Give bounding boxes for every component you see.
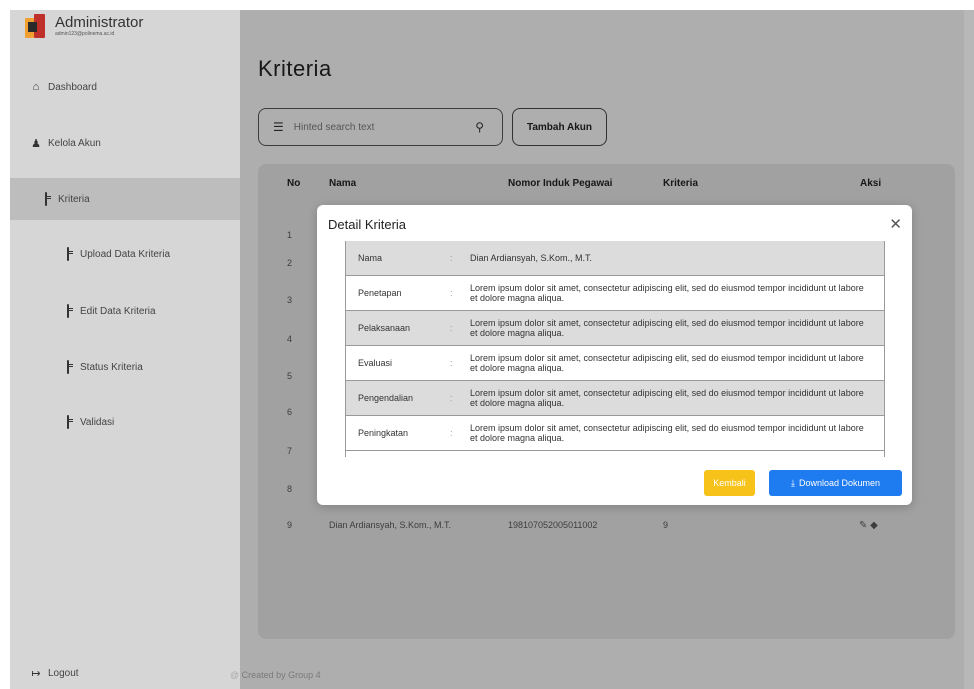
- sidebar-item-label: Status Kriteria: [80, 361, 143, 373]
- home-icon: ⌂: [32, 81, 40, 93]
- detail-label: Peningkatan: [358, 428, 409, 438]
- detail-row-peningkatan: Peningkatan : Lorem ipsum dolor sit amet…: [346, 416, 884, 451]
- detail-value: Lorem ipsum dolor sit amet, consectetur …: [470, 283, 864, 303]
- brand: Administrator admin123@polinema.ac.id: [25, 14, 143, 38]
- sidebar-item-upload-data-kriteria[interactable]: Upload Data Kriteria: [0, 245, 230, 263]
- sidebar-item-edit-data-kriteria[interactable]: Edit Data Kriteria: [0, 302, 230, 320]
- sidebar-item-label: Validasi: [80, 416, 115, 428]
- sidebar-item-label: Kriteria: [58, 193, 90, 205]
- sidebar-item-status-kriteria[interactable]: Status Kriteria: [0, 358, 230, 376]
- detail-row-pelaksanaan: Pelaksanaan : Lorem ipsum dolor sit amet…: [346, 311, 884, 346]
- detail-value: Lorem ipsum dolor sit amet, consectetur …: [470, 318, 864, 338]
- detail-label: Evaluasi: [358, 358, 393, 368]
- modal-title: Detail Kriteria: [328, 217, 407, 232]
- detail-label: Pelaksanaan: [358, 323, 411, 333]
- detail-separator: :: [450, 358, 453, 368]
- logout-button[interactable]: ↦ Logout: [0, 664, 230, 682]
- sidebar-item-kriteria[interactable]: Kriteria: [10, 178, 240, 220]
- detail-kriteria-modal: Detail Kriteria ✕ Nama : Dian Ardiansyah…: [317, 205, 912, 505]
- detail-value: Lorem ipsum dolor sit amet, consectetur …: [470, 353, 864, 373]
- detail-label: Penetapan: [358, 288, 402, 298]
- app-logo: [25, 14, 45, 38]
- sidebar-item-label: Upload Data Kriteria: [80, 248, 171, 260]
- clipboard-icon: [62, 304, 74, 318]
- logout-icon: ↦: [31, 667, 41, 680]
- detail-row-pengendalian: Pengendalian : Lorem ipsum dolor sit ame…: [346, 381, 884, 416]
- logout-label: Logout: [48, 667, 79, 679]
- clipboard-icon: [62, 247, 74, 261]
- detail-row-evaluasi: Evaluasi : Lorem ipsum dolor sit amet, c…: [346, 346, 884, 381]
- download-icon: ⤓: [790, 477, 795, 488]
- detail-value: Lorem ipsum dolor sit amet, consectetur …: [470, 423, 864, 443]
- detail-separator: :: [450, 323, 453, 333]
- detail-value: Lorem ipsum dolor sit amet, consectetur …: [470, 388, 864, 408]
- clipboard-icon: [40, 192, 52, 206]
- detail-separator: :: [450, 253, 453, 263]
- close-icon[interactable]: ✕: [889, 215, 902, 233]
- user-icon: ♟: [31, 137, 41, 150]
- kembali-button[interactable]: Kembali: [704, 470, 755, 496]
- detail-label: Pengendalian: [358, 393, 414, 403]
- sidebar-item-validasi[interactable]: Validasi: [0, 413, 230, 431]
- download-dokumen-button[interactable]: ⤓ Download Dokumen: [769, 470, 902, 496]
- brand-email: admin123@polinema.ac.id: [55, 31, 115, 37]
- sidebar-item-label: Dashboard: [48, 81, 97, 93]
- detail-separator: :: [450, 288, 453, 298]
- sidebar-item-kelola-akun[interactable]: ♟ Kelola Akun: [0, 134, 230, 152]
- sidebar-item-label: Edit Data Kriteria: [80, 305, 156, 317]
- detail-separator: :: [450, 428, 453, 438]
- clipboard-icon: [62, 415, 74, 429]
- detail-row-penetapan: Penetapan : Lorem ipsum dolor sit amet, …: [346, 276, 884, 311]
- clipboard-icon: [62, 360, 74, 374]
- detail-table[interactable]: Nama : Dian Ardiansyah, S.Kom., M.T. Pen…: [345, 241, 885, 457]
- sidebar-item-dashboard[interactable]: ⌂ Dashboard: [0, 78, 230, 96]
- detail-row-nama: Nama : Dian Ardiansyah, S.Kom., M.T.: [346, 241, 884, 276]
- brand-title: Administrator: [55, 14, 144, 31]
- download-label: Download Dokumen: [798, 478, 881, 488]
- detail-label: Nama: [358, 253, 383, 263]
- sidebar: [10, 10, 240, 689]
- detail-value: Dian Ardiansyah, S.Kom., M.T.: [470, 253, 593, 263]
- sidebar-item-label: Kelola Akun: [48, 137, 101, 149]
- detail-separator: :: [450, 393, 453, 403]
